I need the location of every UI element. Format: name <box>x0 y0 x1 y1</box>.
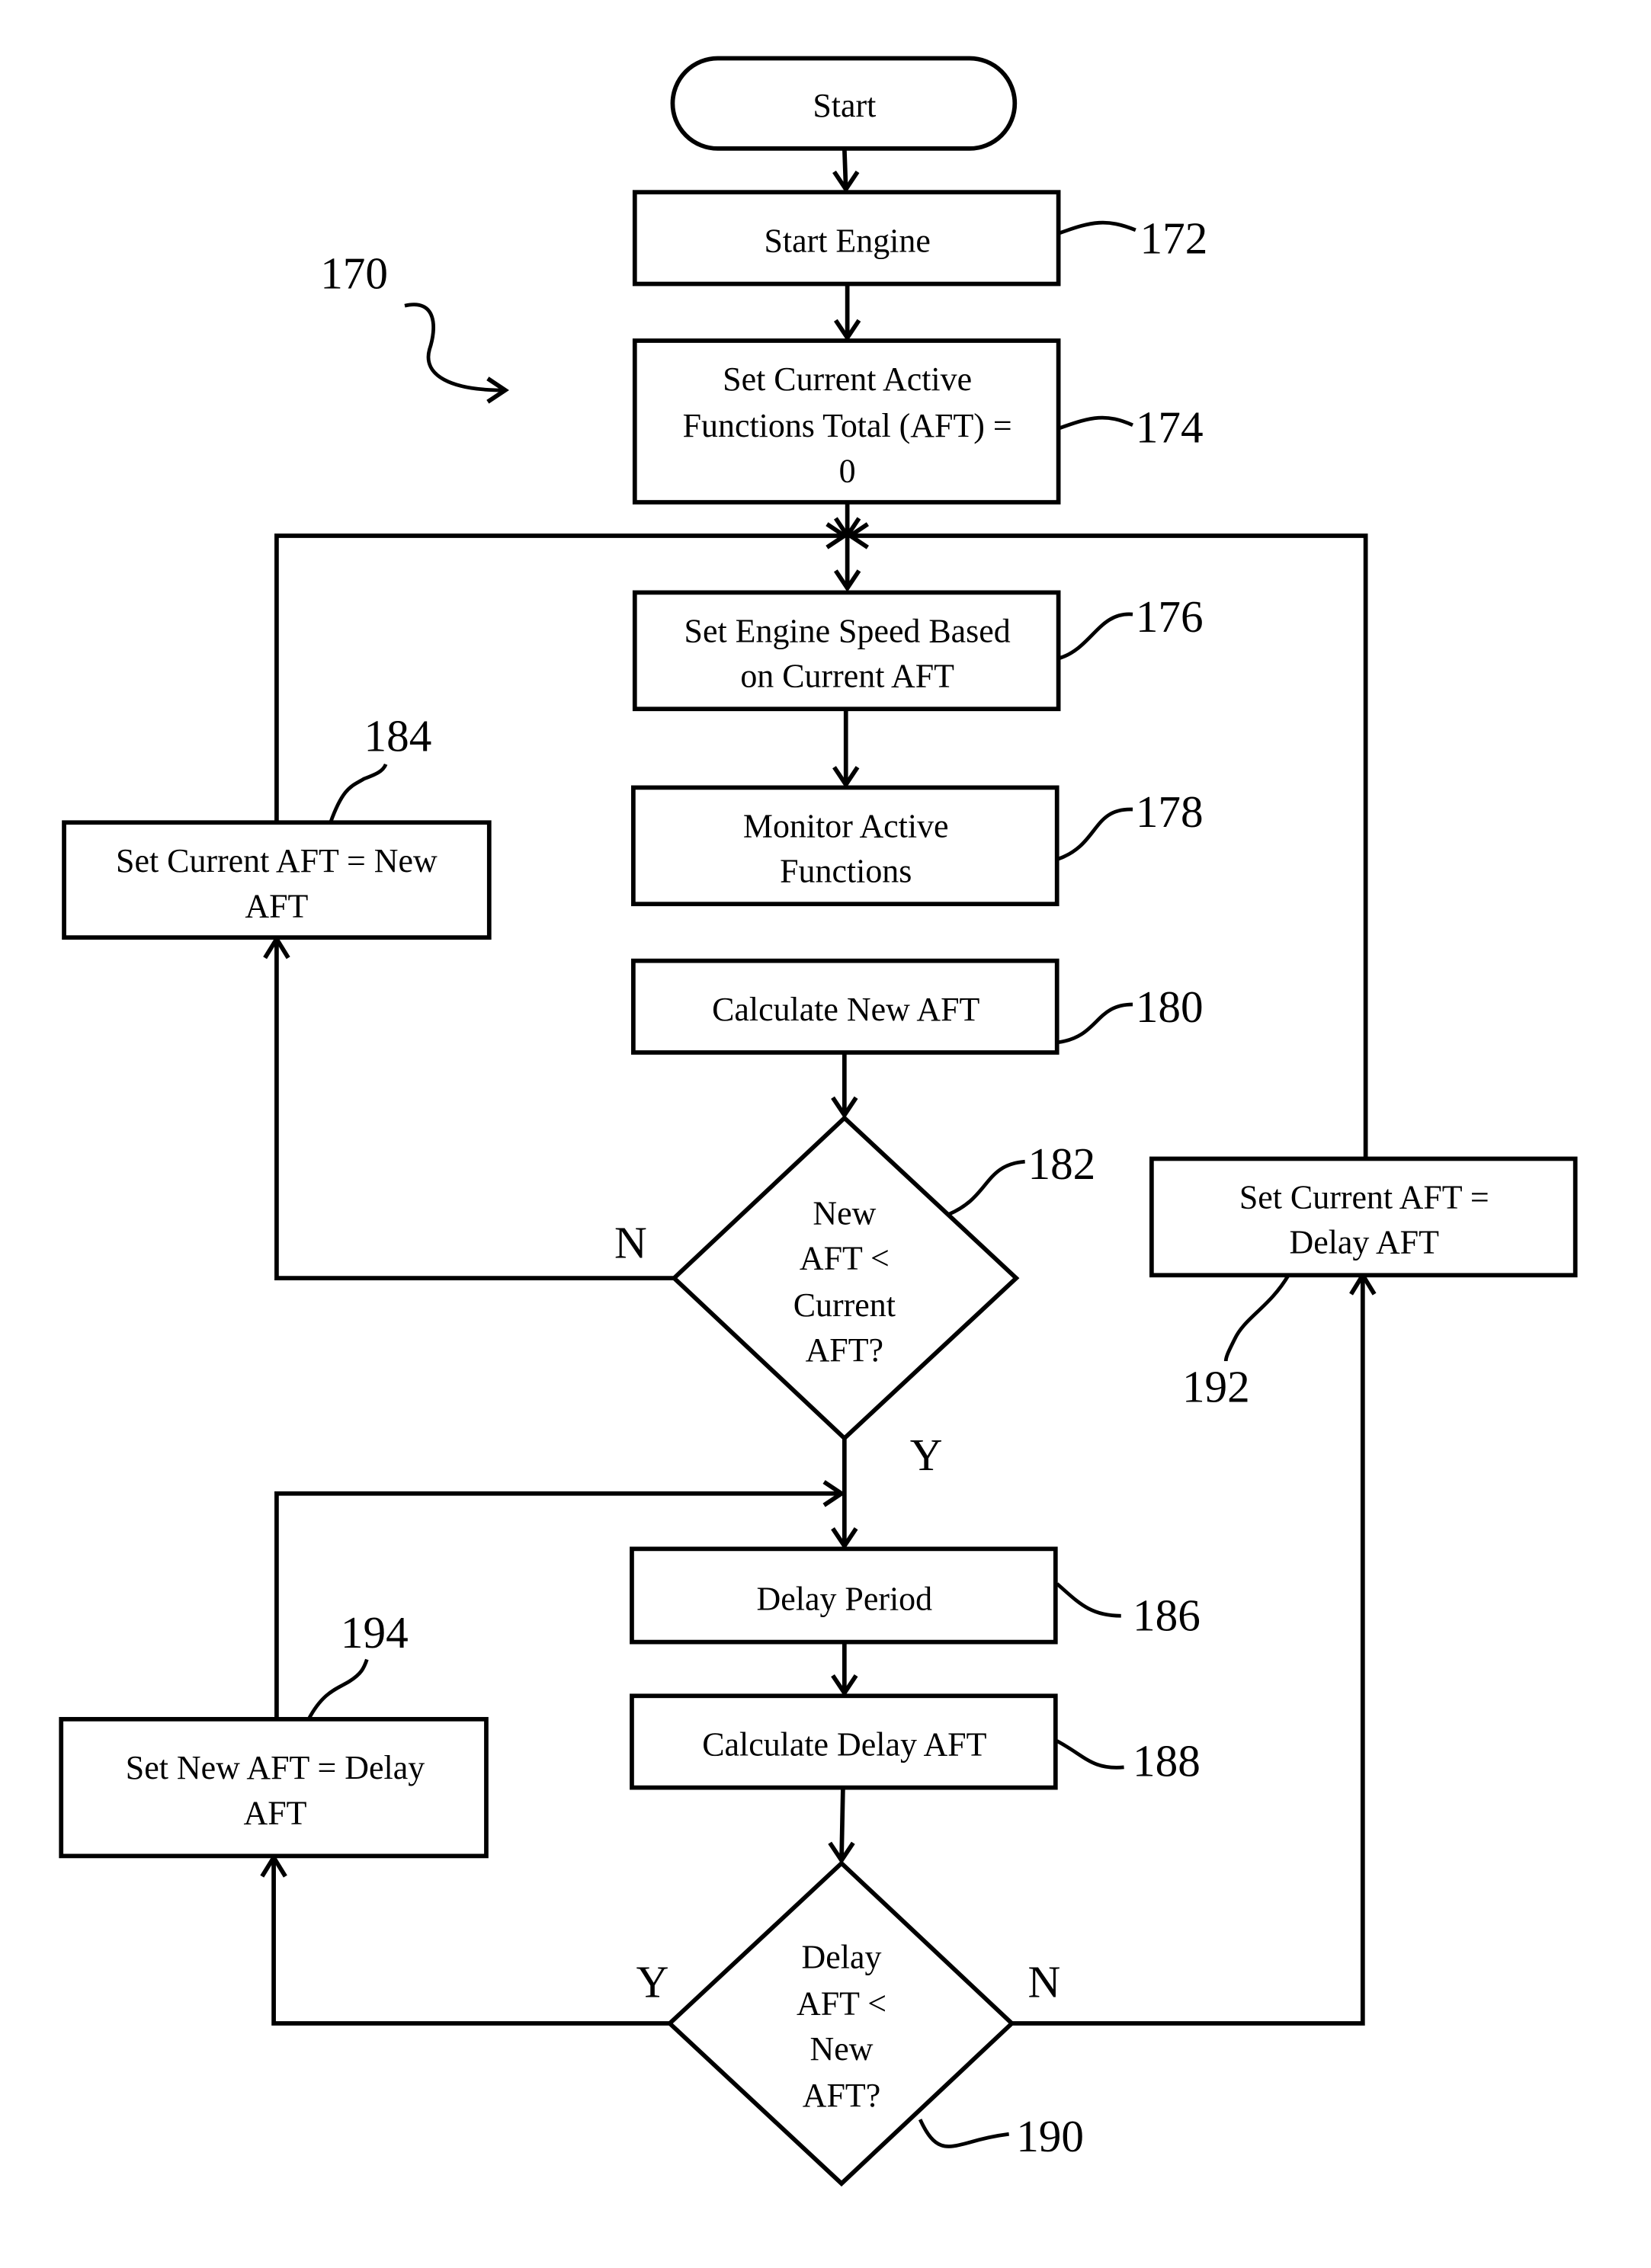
decision-new-vs-current <box>671 1115 1020 1442</box>
svg-text:on Current AFT: on Current AFT <box>740 658 954 695</box>
node-186: Delay Period 186 <box>630 1546 1201 1645</box>
monitor-line1: Monitor Active <box>743 807 949 844</box>
svg-text:AFT?: AFT? <box>806 1331 883 1369</box>
node-180: Calculate New AFT 180 <box>631 958 1204 1055</box>
svg-text:AFT: AFT <box>245 887 308 924</box>
node-start: Start <box>670 56 1018 151</box>
ref-184: 184 <box>364 711 432 761</box>
ref-leader <box>1223 1274 1290 1362</box>
ref-176: 176 <box>1136 591 1204 642</box>
ref-leader <box>1058 1002 1133 1045</box>
svg-text:Start: Start <box>813 87 876 124</box>
svg-text:Set Engine Speed Based: Set Engine Speed Based <box>684 612 1011 649</box>
branch-label-182-no: N <box>614 1217 647 1267</box>
decision-delay-vs-new <box>666 1860 1015 2187</box>
svg-text:Monitor Active: Monitor Active <box>743 807 949 844</box>
svg-text:AFT <: AFT < <box>800 1240 890 1277</box>
svg-text:AFT?: AFT? <box>803 2077 880 2114</box>
svg-text:AFT <: AFT < <box>797 1985 886 2023</box>
connector-190-yes <box>271 1857 670 2026</box>
figure-label-arrow <box>404 303 502 392</box>
set-engine-speed-line2: on Current AFT <box>740 658 954 695</box>
branch-label-182-yes: Y <box>910 1430 943 1480</box>
svg-text:Start Engine: Start Engine <box>764 223 930 260</box>
branch-label-190-no: N <box>1027 1957 1060 2007</box>
node-178: Monitor Active Functions 178 <box>631 785 1204 907</box>
set-current-new-line2: AFT <box>245 887 308 924</box>
node-172: Start Engine 172 <box>632 190 1208 287</box>
ref-leader <box>948 1159 1025 1216</box>
branch-label-190-yes: Y <box>636 1957 669 2007</box>
svg-text:Calculate New AFT: Calculate New AFT <box>712 991 979 1028</box>
connector-188-190 <box>839 1787 845 1861</box>
svg-text:Calculate Delay AFT: Calculate Delay AFT <box>702 1726 986 1763</box>
node-174: Set Current Active Functions Total (AFT)… <box>632 338 1204 505</box>
svg-text:Set New AFT = Delay: Set New AFT = Delay <box>126 1749 425 1786</box>
connector-start-172 <box>842 148 848 190</box>
ref-182: 182 <box>1027 1139 1095 1189</box>
ref-leader <box>1059 415 1133 430</box>
svg-text:Set Current Active: Set Current Active <box>723 360 972 398</box>
svg-text:New: New <box>813 1194 876 1232</box>
decision-190-line2: AFT < <box>797 1985 886 2023</box>
decision-182-line4: AFT? <box>806 1331 883 1369</box>
ref-leader <box>1059 220 1136 235</box>
svg-text:AFT: AFT <box>244 1794 307 1831</box>
start-engine-label: Start Engine <box>764 223 930 260</box>
set-new-delay-line2: AFT <box>244 1794 307 1831</box>
monitor-line2: Functions <box>780 853 912 890</box>
figure-label: 170 <box>320 248 388 298</box>
decision-182-line1: New <box>813 1194 876 1232</box>
decision-190-line1: Delay <box>802 1938 882 1975</box>
node-176: Set Engine Speed Based on Current AFT 17… <box>632 590 1204 712</box>
ref-leader <box>329 763 388 824</box>
decision-190-line4: AFT? <box>803 2077 880 2114</box>
svg-text:Set Current AFT = New: Set Current AFT = New <box>116 842 438 879</box>
decision-190-line3: New <box>810 2030 874 2068</box>
svg-text:Delay AFT: Delay AFT <box>1290 1224 1440 1261</box>
flowchart: 170 Start Start Engine 172 Set Current A… <box>59 56 1578 2187</box>
svg-text:New: New <box>810 2030 874 2068</box>
set-engine-speed-line1: Set Engine Speed Based <box>684 612 1011 649</box>
delay-period-label: Delay Period <box>757 1581 933 1618</box>
node-182: New AFT < Current AFT? 182 <box>671 1115 1095 1442</box>
node-194: Set New AFT = Delay AFT 194 <box>59 1607 489 1859</box>
decision-182-line2: AFT < <box>800 1240 890 1277</box>
set-current-delay-line1: Set Current AFT = <box>1239 1178 1489 1216</box>
ref-178: 178 <box>1136 786 1204 837</box>
svg-text:Delay Period: Delay Period <box>757 1581 933 1618</box>
svg-text:Delay: Delay <box>802 1938 882 1975</box>
ref-192: 192 <box>1182 1361 1250 1411</box>
set-current-delay-line2: Delay AFT <box>1290 1224 1440 1261</box>
calculate-new-aft-label: Calculate New AFT <box>712 991 979 1028</box>
set-current-new-line1: Set Current AFT = New <box>116 842 438 879</box>
ref-194: 194 <box>341 1607 409 1658</box>
set-new-delay-line1: Set New AFT = Delay <box>126 1749 425 1786</box>
svg-text:Functions: Functions <box>780 853 912 890</box>
ref-190: 190 <box>1016 2111 1084 2161</box>
set-new-delay-box <box>59 1716 489 1859</box>
set-aft-zero-line1: Set Current Active <box>723 360 972 398</box>
svg-text:Functions Total (AFT) =: Functions Total (AFT) = <box>683 407 1012 444</box>
ref-leader <box>1056 1582 1121 1618</box>
ref-leader <box>306 1658 369 1720</box>
set-aft-zero-line3: 0 <box>839 452 856 489</box>
ref-leader <box>1059 612 1133 660</box>
ref-174: 174 <box>1136 402 1204 453</box>
ref-180: 180 <box>1136 982 1204 1032</box>
set-aft-zero-line2: Functions Total (AFT) = <box>683 407 1012 444</box>
ref-188: 188 <box>1133 1735 1201 1786</box>
ref-leader <box>1056 1739 1124 1770</box>
ref-leader <box>918 2119 1009 2148</box>
svg-text:0: 0 <box>839 452 856 489</box>
calculate-delay-aft-label: Calculate Delay AFT <box>702 1726 986 1763</box>
start-label: Start <box>813 87 876 124</box>
svg-text:Set Current AFT =: Set Current AFT = <box>1239 1178 1489 1216</box>
ref-172: 172 <box>1140 213 1208 263</box>
node-188: Calculate Delay AFT 188 <box>630 1693 1201 1790</box>
svg-text:Current: Current <box>793 1286 896 1324</box>
ref-leader <box>1057 807 1133 861</box>
decision-182-line3: Current <box>793 1286 896 1324</box>
ref-186: 186 <box>1133 1590 1201 1640</box>
